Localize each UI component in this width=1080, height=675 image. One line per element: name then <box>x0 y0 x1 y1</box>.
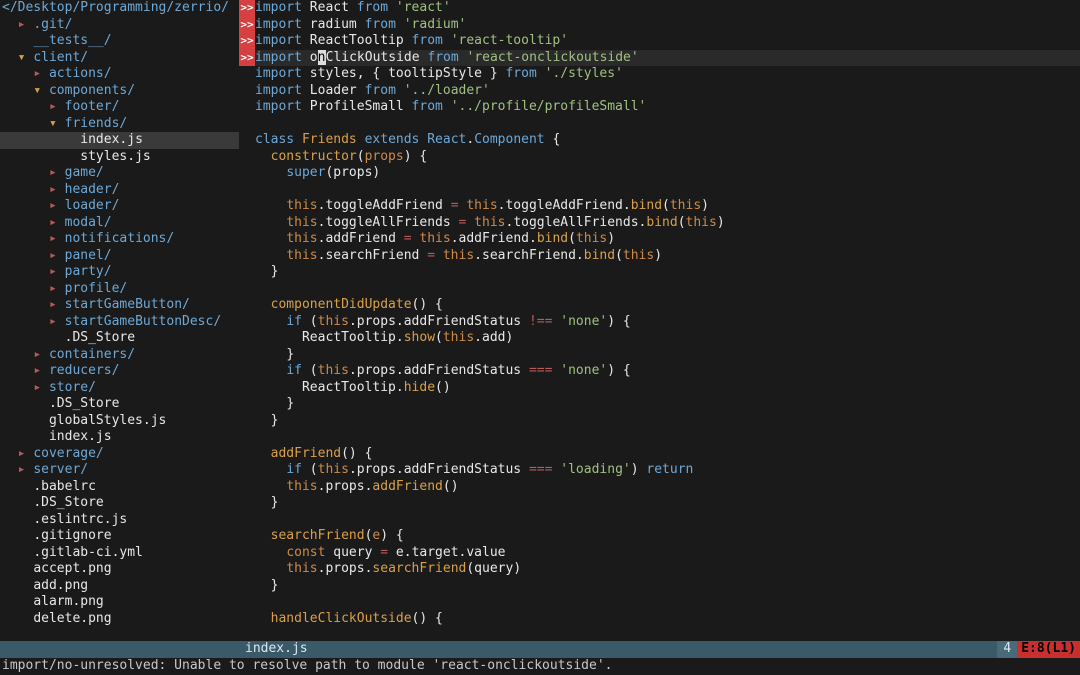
code-line[interactable]: } <box>255 578 1080 595</box>
code-line[interactable]: } <box>255 347 1080 364</box>
file-item[interactable]: delete.png <box>0 611 239 628</box>
error-message: import/no-unresolved: Unable to resolve … <box>2 658 612 675</box>
folder-item[interactable]: ▸ loader/ <box>0 198 239 215</box>
breadcrumb: </Desktop/Programming/zerrio/ <box>0 0 239 17</box>
file-item[interactable]: index.js <box>0 132 239 149</box>
folder-item[interactable]: ▾ client/ <box>0 50 239 67</box>
code-line[interactable]: if (this.props.addFriendStatus === 'load… <box>255 462 1080 479</box>
file-item[interactable]: add.png <box>0 578 239 595</box>
lint-error-marker[interactable]: >> <box>239 33 255 50</box>
code-line[interactable]: constructor(props) { <box>255 149 1080 166</box>
folder-item[interactable]: ▸ coverage/ <box>0 446 239 463</box>
folder-item[interactable]: ▸ header/ <box>0 182 239 199</box>
lint-error-marker[interactable]: >> <box>239 50 255 67</box>
code-line[interactable]: } <box>255 495 1080 512</box>
code-line[interactable] <box>255 116 1080 133</box>
folder-item[interactable]: ▾ components/ <box>0 83 239 100</box>
code-line[interactable] <box>255 182 1080 199</box>
folder-item[interactable]: ▸ containers/ <box>0 347 239 364</box>
lint-error-marker[interactable]: >> <box>239 17 255 34</box>
folder-item[interactable]: ▸ game/ <box>0 165 239 182</box>
code-line[interactable]: handleClickOutside() { <box>255 611 1080 628</box>
file-item[interactable]: .DS_Store <box>0 396 239 413</box>
file-item[interactable]: index.js <box>0 429 239 446</box>
code-line[interactable]: import ProfileSmall from '../profile/pro… <box>255 99 1080 116</box>
folder-item[interactable]: ▸ startGameButton/ <box>0 297 239 314</box>
status-bar: index.js 4 E:8(L1) <box>0 641 1080 658</box>
folder-item[interactable]: ▸ store/ <box>0 380 239 397</box>
code-line[interactable]: import Loader from '../loader' <box>255 83 1080 100</box>
code-line[interactable]: if (this.props.addFriendStatus !== 'none… <box>255 314 1080 331</box>
code-line[interactable]: } <box>255 413 1080 430</box>
folder-item[interactable]: __tests__/ <box>0 33 239 50</box>
code-line[interactable]: this.searchFriend = this.searchFriend.bi… <box>255 248 1080 265</box>
file-item[interactable]: .DS_Store <box>0 495 239 512</box>
folder-item[interactable]: ▸ modal/ <box>0 215 239 232</box>
error-message-bar: import/no-unresolved: Unable to resolve … <box>0 658 1080 675</box>
code-line[interactable]: } <box>255 264 1080 281</box>
status-error-count: E:8(L1) <box>1017 641 1080 658</box>
file-item[interactable]: styles.js <box>0 149 239 166</box>
code-line[interactable]: componentDidUpdate() { <box>255 297 1080 314</box>
folder-item[interactable]: ▸ startGameButtonDesc/ <box>0 314 239 331</box>
code-line[interactable]: if (this.props.addFriendStatus === 'none… <box>255 363 1080 380</box>
code-line[interactable]: import radium from 'radium' <box>255 17 1080 34</box>
code-line[interactable]: class Friends extends React.Component { <box>255 132 1080 149</box>
folder-item[interactable]: ▸ notifications/ <box>0 231 239 248</box>
status-column: 4 <box>997 641 1017 658</box>
folder-item[interactable]: ▸ actions/ <box>0 66 239 83</box>
file-item[interactable]: .babelrc <box>0 479 239 496</box>
code-line[interactable]: import React from 'react' <box>255 0 1080 17</box>
status-filename: index.js <box>0 641 308 658</box>
code-line[interactable]: ReactTooltip.hide() <box>255 380 1080 397</box>
code-line[interactable]: addFriend() { <box>255 446 1080 463</box>
code-line[interactable]: this.props.searchFriend(query) <box>255 561 1080 578</box>
code-line[interactable] <box>255 594 1080 611</box>
folder-item[interactable]: ▸ footer/ <box>0 99 239 116</box>
code-line[interactable]: import ReactTooltip from 'react-tooltip' <box>255 33 1080 50</box>
file-item[interactable]: .gitlab-ci.yml <box>0 545 239 562</box>
code-line[interactable]: ReactTooltip.show(this.add) <box>255 330 1080 347</box>
file-item[interactable]: .DS_Store <box>0 330 239 347</box>
code-line[interactable]: } <box>255 396 1080 413</box>
code-line[interactable]: this.toggleAddFriend = this.toggleAddFri… <box>255 198 1080 215</box>
code-editor[interactable]: >>>>>>>> import React from 'react'import… <box>239 0 1080 640</box>
code-line[interactable]: this.addFriend = this.addFriend.bind(thi… <box>255 231 1080 248</box>
folder-item[interactable]: ▸ panel/ <box>0 248 239 265</box>
folder-item[interactable]: ▾ friends/ <box>0 116 239 133</box>
code-line[interactable]: import onClickOutside from 'react-onclic… <box>255 50 1080 67</box>
code-line[interactable]: const query = e.target.value <box>255 545 1080 562</box>
code-line[interactable] <box>255 512 1080 529</box>
folder-item[interactable]: ▸ party/ <box>0 264 239 281</box>
file-item[interactable]: globalStyles.js <box>0 413 239 430</box>
file-item[interactable]: accept.png <box>0 561 239 578</box>
folder-item[interactable]: ▸ .git/ <box>0 17 239 34</box>
code-line[interactable]: this.props.addFriend() <box>255 479 1080 496</box>
file-item[interactable]: .eslintrc.js <box>0 512 239 529</box>
code-line[interactable] <box>255 281 1080 298</box>
folder-item[interactable]: ▸ server/ <box>0 462 239 479</box>
code-line[interactable]: import styles, { tooltipStyle } from './… <box>255 66 1080 83</box>
file-tree-sidebar[interactable]: </Desktop/Programming/zerrio/ ▸ .git/ __… <box>0 0 239 640</box>
code-line[interactable]: searchFriend(e) { <box>255 528 1080 545</box>
code-line[interactable]: this.toggleAllFriends = this.toggleAllFr… <box>255 215 1080 232</box>
folder-item[interactable]: ▸ reducers/ <box>0 363 239 380</box>
code-line[interactable] <box>255 429 1080 446</box>
file-item[interactable]: .gitignore <box>0 528 239 545</box>
code-line[interactable]: super(props) <box>255 165 1080 182</box>
lint-error-marker[interactable]: >> <box>239 0 255 17</box>
file-item[interactable]: alarm.png <box>0 594 239 611</box>
folder-item[interactable]: ▸ profile/ <box>0 281 239 298</box>
